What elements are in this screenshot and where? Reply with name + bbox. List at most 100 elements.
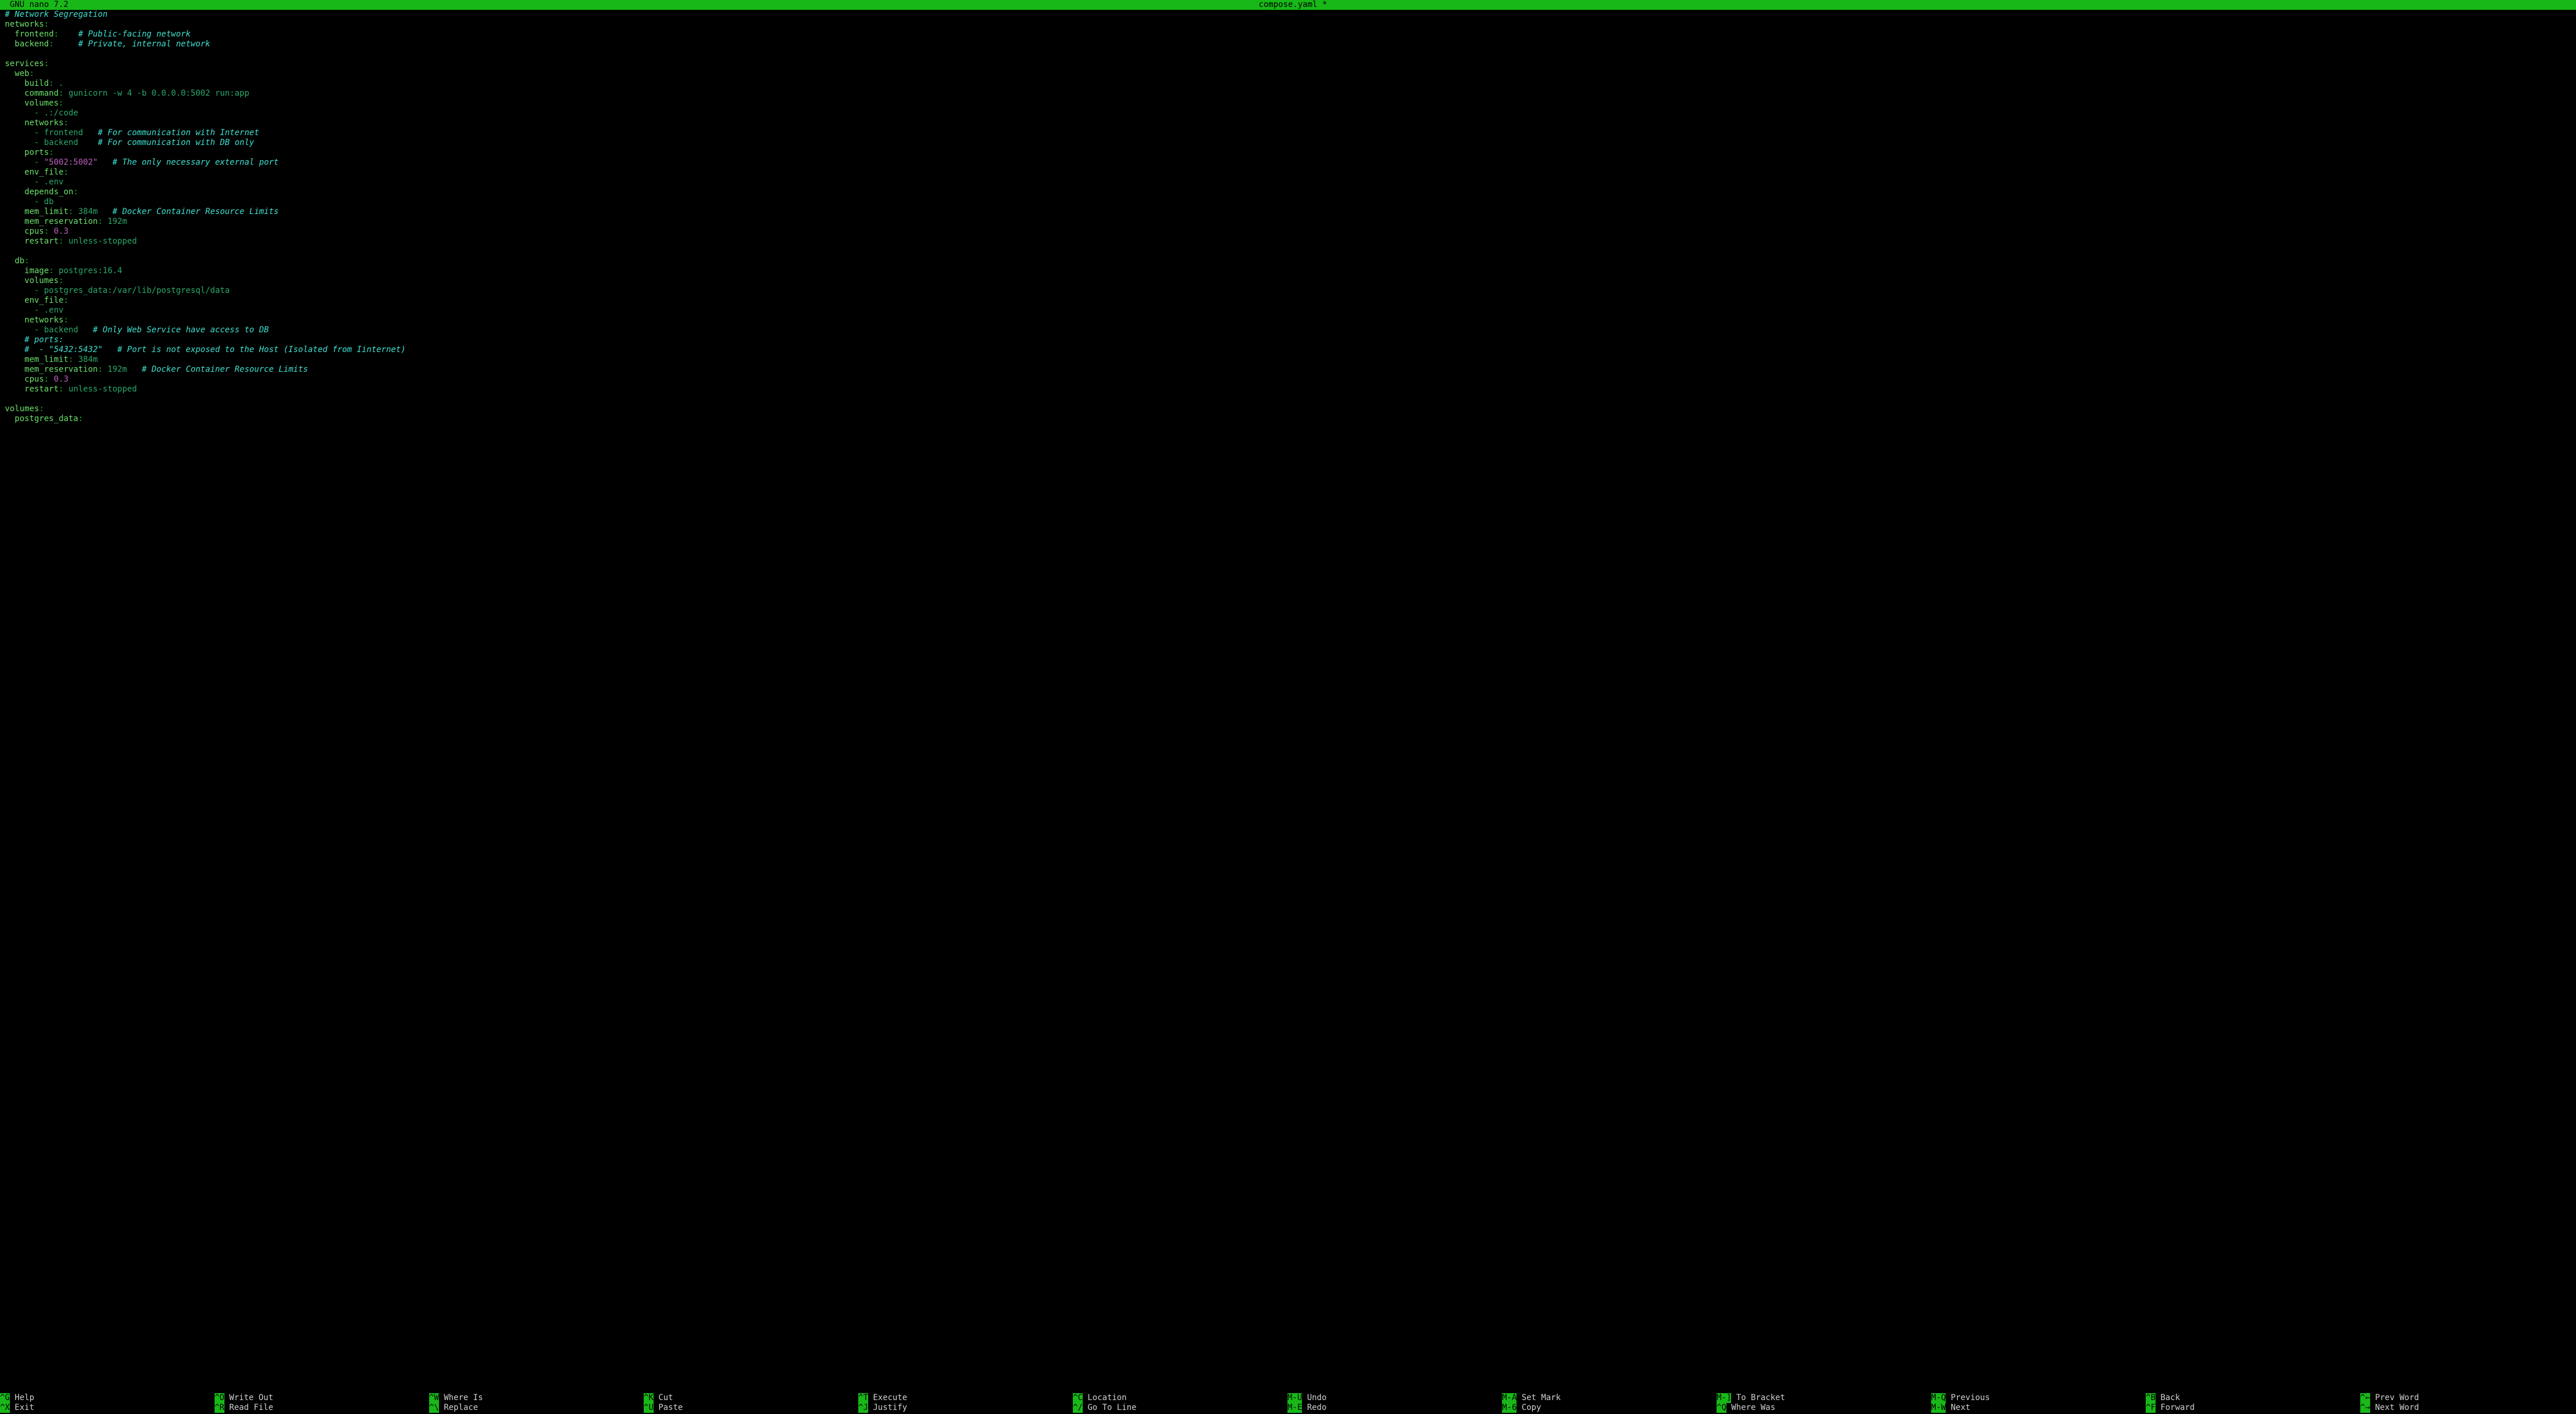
editor-area[interactable]: # Network Segregationnetworks: frontend:…: [0, 10, 2576, 1393]
code-line[interactable]: image: postgres:16.4: [5, 266, 2576, 276]
shortcut-label: Forward: [2160, 1403, 2194, 1413]
code-token: [5, 316, 24, 325]
code-token: web: [14, 69, 29, 78]
help-shortcut[interactable]: ^UPaste: [644, 1403, 858, 1413]
code-line[interactable]: [5, 394, 2576, 404]
code-token: 192m: [103, 217, 127, 226]
help-shortcut[interactable]: ^GHelp: [0, 1393, 215, 1403]
shortcut-key: ^\: [429, 1403, 439, 1413]
help-shortcut[interactable]: ^RRead File: [215, 1403, 429, 1413]
help-shortcut[interactable]: ^→Next Word: [2360, 1403, 2575, 1413]
code-token: mem_reservation: [24, 365, 97, 374]
code-line[interactable]: # Network Segregation: [5, 10, 2576, 20]
code-line[interactable]: - .env: [5, 306, 2576, 316]
code-line[interactable]: - frontend # For communication with Inte…: [5, 128, 2576, 138]
help-shortcut[interactable]: ^BBack: [2146, 1393, 2360, 1403]
help-shortcut[interactable]: ^←Prev Word: [2360, 1393, 2575, 1403]
code-line[interactable]: depends_on:: [5, 187, 2576, 197]
code-line[interactable]: cpus: 0.3: [5, 227, 2576, 237]
code-line[interactable]: frontend: # Public-facing network: [5, 30, 2576, 39]
help-shortcut[interactable]: ^CLocation: [1073, 1393, 1287, 1403]
code-line[interactable]: # - "5432:5432" # Port is not exposed to…: [5, 345, 2576, 355]
code-token: [78, 325, 93, 335]
code-token: 384m: [73, 355, 97, 364]
code-line[interactable]: # ports:: [5, 335, 2576, 345]
code-line[interactable]: mem_limit: 384m # Docker Container Resou…: [5, 207, 2576, 217]
code-token: cpus: [24, 227, 44, 236]
code-line[interactable]: db:: [5, 256, 2576, 266]
code-line[interactable]: build: .: [5, 79, 2576, 89]
code-token: [5, 158, 34, 167]
code-token: postgres:16.4: [54, 266, 122, 275]
code-line[interactable]: networks:: [5, 316, 2576, 325]
code-token: frontend: [44, 128, 83, 137]
code-line[interactable]: networks:: [5, 118, 2576, 128]
code-line[interactable]: - db: [5, 197, 2576, 207]
help-shortcut[interactable]: ^XExit: [0, 1403, 215, 1413]
code-line[interactable]: backend: # Private, internal network: [5, 39, 2576, 49]
code-token: :: [59, 99, 63, 108]
help-shortcut[interactable]: ^WWhere Is: [429, 1393, 644, 1403]
help-shortcut[interactable]: M-UUndo: [1287, 1393, 1502, 1403]
shortcut-label: Read File: [229, 1403, 273, 1413]
help-shortcut[interactable]: ^FForward: [2146, 1403, 2360, 1413]
code-line[interactable]: command: gunicorn -w 4 -b 0.0.0.0:5002 r…: [5, 89, 2576, 99]
code-line[interactable]: - .:/code: [5, 108, 2576, 118]
code-line[interactable]: mem_reservation: 192m # Docker Container…: [5, 365, 2576, 375]
code-line[interactable]: volumes:: [5, 404, 2576, 414]
help-shortcut[interactable]: M-QPrevious: [1931, 1393, 2146, 1403]
code-token: :: [59, 385, 63, 394]
help-shortcut[interactable]: M-WNext: [1931, 1403, 2146, 1413]
code-token: postgres_data: [14, 414, 78, 423]
code-line[interactable]: restart: unless-stopped: [5, 237, 2576, 246]
code-line[interactable]: - "5002:5002" # The only necessary exter…: [5, 158, 2576, 168]
code-line[interactable]: - postgres_data:/var/lib/postgresql/data: [5, 286, 2576, 296]
help-shortcut[interactable]: ^\Replace: [429, 1403, 644, 1413]
code-token: [127, 365, 142, 374]
code-line[interactable]: - backend # For communication with DB on…: [5, 138, 2576, 148]
code-line[interactable]: services:: [5, 59, 2576, 69]
comment-text: # Network Segregation: [5, 10, 107, 19]
code-token: db: [44, 197, 54, 206]
code-line[interactable]: web:: [5, 69, 2576, 79]
code-line[interactable]: postgres_data:: [5, 414, 2576, 424]
code-line[interactable]: [5, 246, 2576, 256]
help-shortcut[interactable]: ^JJustify: [858, 1403, 1073, 1413]
shortcut-label: To Bracket: [1736, 1393, 1785, 1403]
code-token: [5, 385, 24, 394]
code-token: -: [34, 128, 44, 137]
code-line[interactable]: ports:: [5, 148, 2576, 158]
help-shortcut[interactable]: ^TExecute: [858, 1393, 1073, 1403]
code-line[interactable]: mem_limit: 384m: [5, 355, 2576, 365]
code-token: backend: [14, 39, 49, 49]
code-line[interactable]: env_file:: [5, 168, 2576, 177]
help-shortcut[interactable]: ^QWhere Was: [1717, 1403, 1931, 1413]
code-token: [5, 375, 24, 384]
code-token: cpus: [24, 375, 44, 384]
shortcut-key: ^C: [1073, 1393, 1083, 1403]
code-line[interactable]: restart: unless-stopped: [5, 385, 2576, 394]
code-token: build: [24, 79, 49, 88]
code-line[interactable]: env_file:: [5, 296, 2576, 306]
help-shortcut[interactable]: M-]To Bracket: [1717, 1393, 1931, 1403]
code-token: .:/code: [44, 108, 78, 118]
help-shortcut[interactable]: ^KCut: [644, 1393, 858, 1403]
code-line[interactable]: - backend # Only Web Service have access…: [5, 325, 2576, 335]
comment-text: # Public-facing network: [78, 30, 191, 39]
code-token: networks: [24, 118, 63, 128]
code-token: [5, 296, 24, 305]
code-line[interactable]: volumes:: [5, 99, 2576, 108]
code-line[interactable]: [5, 49, 2576, 59]
code-token: :: [64, 118, 68, 128]
help-shortcut[interactable]: M-ASet Mark: [1502, 1393, 1717, 1403]
help-shortcut[interactable]: ^/Go To Line: [1073, 1403, 1287, 1413]
code-line[interactable]: volumes:: [5, 276, 2576, 286]
code-line[interactable]: mem_reservation: 192m: [5, 217, 2576, 227]
code-line[interactable]: - .env: [5, 177, 2576, 187]
code-line[interactable]: cpus: 0.3: [5, 375, 2576, 385]
shortcut-key: ^Q: [1717, 1403, 1726, 1413]
help-shortcut[interactable]: M-6Copy: [1502, 1403, 1717, 1413]
help-shortcut[interactable]: ^OWrite Out: [215, 1393, 429, 1403]
help-shortcut[interactable]: M-ERedo: [1287, 1403, 1502, 1413]
code-line[interactable]: networks:: [5, 20, 2576, 30]
